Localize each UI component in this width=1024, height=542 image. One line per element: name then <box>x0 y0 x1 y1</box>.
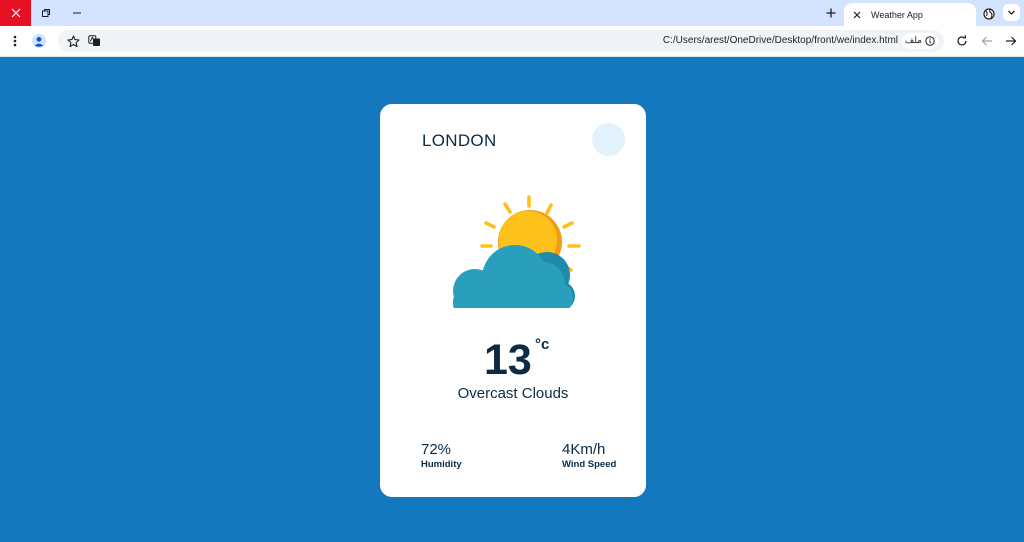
window-restore-button[interactable] <box>31 0 61 26</box>
browser-title-bar: Weather App <box>0 0 1024 26</box>
menu-dots-icon[interactable] <box>7 33 23 49</box>
profile-avatar-icon[interactable] <box>31 33 47 49</box>
close-icon <box>11 8 20 18</box>
temperature-value: 13 <box>484 336 532 384</box>
translate-icon[interactable] <box>86 33 102 49</box>
bookmark-star-icon[interactable] <box>65 33 81 49</box>
close-icon <box>853 11 861 18</box>
window-minimize-button[interactable] <box>62 0 92 26</box>
tab-close-button[interactable] <box>850 8 864 22</box>
temperature-unit: °c <box>535 336 550 353</box>
minimize-icon <box>73 12 81 14</box>
city-name: LONDON <box>422 131 497 150</box>
weather-card: LONDON 13 °c Overcast Clouds 72% Humidit… <box>380 104 646 497</box>
new-tab-button[interactable] <box>822 4 840 22</box>
info-icon <box>925 36 935 46</box>
tab-search-button[interactable] <box>1003 4 1020 21</box>
arrow-right-icon[interactable] <box>1003 33 1019 49</box>
tab-title: Weather App <box>871 9 923 20</box>
wind-speed-value: 4Km/h <box>562 441 606 458</box>
arrow-left-icon[interactable] <box>979 33 995 49</box>
wind-speed-label: Wind Speed <box>562 459 617 470</box>
partly-cloudy-icon <box>453 195 581 314</box>
tab-weather-app[interactable]: Weather App <box>844 3 995 26</box>
url-text: C:/Users/arest/OneDrive/Desktop/front/we… <box>662 35 898 46</box>
humidity-label: Humidity <box>421 459 462 470</box>
restore-icon <box>42 9 50 17</box>
globe-icon <box>981 6 997 22</box>
weather-description: Overcast Clouds <box>457 385 569 402</box>
address-bar[interactable]: C:/Users/arest/OneDrive/Desktop/front/we… <box>58 30 944 52</box>
file-chip-label: ملف <box>904 36 922 46</box>
plus-icon <box>826 8 836 18</box>
humidity-value: 72% <box>421 441 452 458</box>
status-circle <box>592 123 625 156</box>
browser-toolbar: C:/Users/arest/OneDrive/Desktop/front/we… <box>0 26 1024 57</box>
site-info-chip[interactable]: ملف <box>901 33 938 49</box>
window-close-button[interactable] <box>0 0 31 26</box>
chevron-down-icon <box>1008 10 1015 15</box>
reload-icon[interactable] <box>954 33 970 49</box>
